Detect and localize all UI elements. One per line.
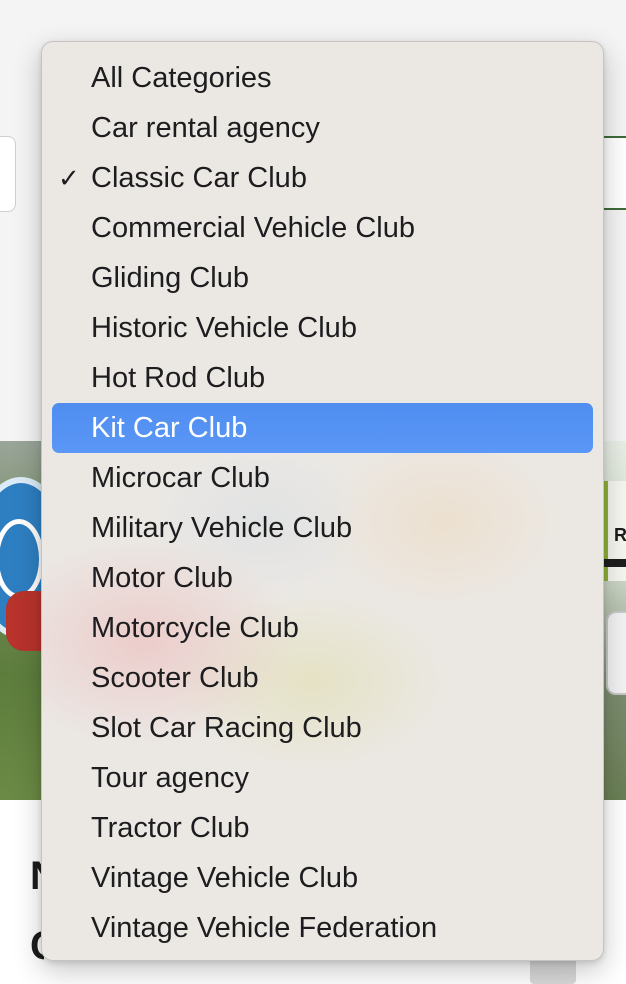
dropdown-option-all-categories[interactable]: All Categories [52, 53, 593, 103]
background-select-box-left[interactable] [0, 136, 16, 212]
dropdown-option-slot-car-racing-club[interactable]: Slot Car Racing Club [52, 703, 593, 753]
dropdown-option-kit-car-club[interactable]: Kit Car Club [52, 403, 593, 453]
dropdown-option-label: All Categories [91, 62, 272, 94]
listing-photo-left[interactable] [0, 441, 44, 800]
red-car-image [6, 591, 44, 651]
dropdown-option-tour-agency[interactable]: Tour agency [52, 753, 593, 803]
dropdown-option-label: Hot Rod Club [91, 362, 266, 394]
dropdown-option-label: Vintage Vehicle Federation [91, 912, 438, 944]
dropdown-option-commercial-vehicle-club[interactable]: Commercial Vehicle Club [52, 203, 593, 253]
dropdown-option-label: Commercial Vehicle Club [91, 212, 415, 244]
dropdown-option-classic-car-club[interactable]: ✓ Classic Car Club [52, 153, 593, 203]
dropdown-option-microcar-club[interactable]: Microcar Club [52, 453, 593, 503]
dropdown-option-hot-rod-club[interactable]: Hot Rod Club [52, 353, 593, 403]
page: R N C All CategoriesCar rental agency✓Cl… [0, 0, 626, 984]
dropdown-option-label: Scooter Club [91, 662, 259, 694]
dropdown-option-label: Gliding Club [91, 262, 249, 294]
dropdown-option-car-rental-agency[interactable]: Car rental agency [52, 103, 593, 153]
dropdown-option-label: Microcar Club [91, 462, 270, 494]
dropdown-option-label: Historic Vehicle Club [91, 312, 357, 344]
dropdown-option-vintage-vehicle-federation[interactable]: Vintage Vehicle Federation [52, 903, 593, 953]
dropdown-option-label: Kit Car Club [91, 412, 248, 444]
white-car-image [606, 611, 626, 695]
dropdown-option-motorcycle-club[interactable]: Motorcycle Club [52, 603, 593, 653]
dropdown-option-label: Motorcycle Club [91, 612, 299, 644]
dropdown-option-gliding-club[interactable]: Gliding Club [52, 253, 593, 303]
listing-photo-right[interactable]: R [604, 441, 626, 800]
dropdown-option-military-vehicle-club[interactable]: Military Vehicle Club [52, 503, 593, 553]
dropdown-option-historic-vehicle-club[interactable]: Historic Vehicle Club [52, 303, 593, 353]
dropdown-option-label: Military Vehicle Club [91, 512, 353, 544]
dropdown-option-motor-club[interactable]: Motor Club [52, 553, 593, 603]
dropdown-option-label: Slot Car Racing Club [91, 712, 362, 744]
dropdown-option-label: Tour agency [91, 762, 249, 794]
dropdown-option-label: Car rental agency [91, 112, 320, 144]
sign-letter: R [614, 525, 626, 545]
category-dropdown-menu: All Categories Car rental agency ✓ Classic … [41, 41, 604, 961]
dropdown-option-scooter-club[interactable]: Scooter Club [52, 653, 593, 703]
dropdown-option-vintage-vehicle-club[interactable]: Vintage Vehicle Club [52, 853, 593, 903]
dropdown-option-label: Classic Car Club [91, 162, 307, 194]
dropdown-option-tractor-club[interactable]: Tractor Club [52, 803, 593, 853]
dropdown-option-label: Motor Club [91, 562, 233, 594]
dropdown-option-label: Tractor Club [91, 812, 250, 844]
sign-stripe [604, 559, 626, 567]
checkmark-icon: ✓ [58, 163, 80, 193]
dropdown-option-label: Vintage Vehicle Club [91, 862, 359, 894]
